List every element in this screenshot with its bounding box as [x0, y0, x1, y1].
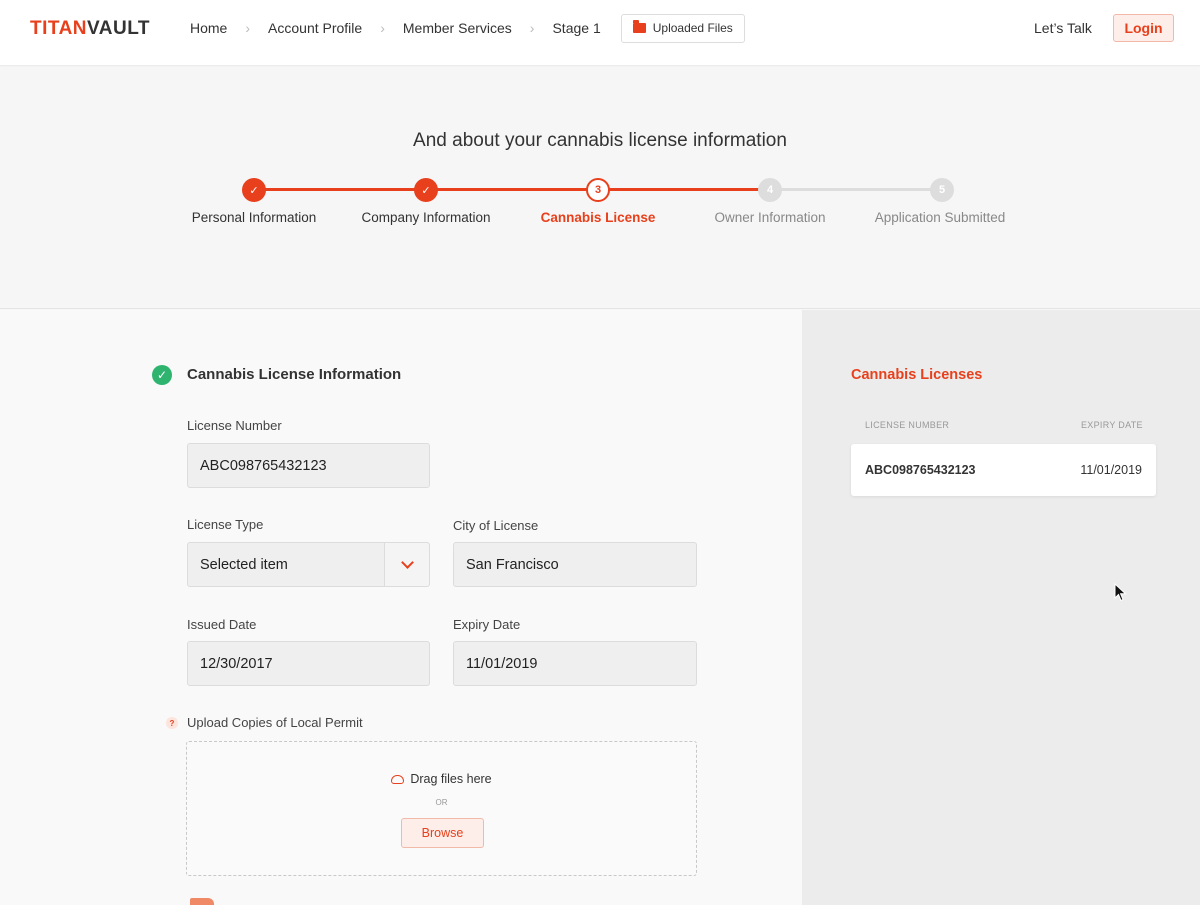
step-2-check-icon: ✓: [414, 178, 438, 202]
or-separator: OR: [435, 798, 448, 807]
section-complete-check-icon: ✓: [152, 365, 172, 385]
chevron-right-icon: ›: [380, 20, 385, 36]
page-title: And about your cannabis license informat…: [413, 130, 787, 151]
step-label-submitted: Application Submitted: [874, 210, 1006, 225]
uploaded-files-button[interactable]: Uploaded Files: [620, 13, 745, 43]
license-type-value: Selected item: [200, 556, 288, 573]
step-label-company[interactable]: Company Information: [336, 210, 516, 225]
step-3-indicator: 3: [586, 178, 610, 202]
browse-button[interactable]: Browse: [401, 818, 484, 848]
chevron-down-icon[interactable]: [384, 543, 429, 586]
city-input[interactable]: San Francisco: [453, 542, 697, 587]
step-4-indicator: 4: [758, 178, 782, 202]
nav-stage-1[interactable]: Stage 1: [552, 20, 600, 36]
licenses-title: Cannabis Licenses: [851, 367, 983, 383]
expiry-date-label: Expiry Date: [453, 617, 521, 632]
cloud-upload-icon: [391, 774, 405, 784]
top-navbar: TITANVAULT Home › Account Profile › Memb…: [0, 0, 1200, 66]
step-connector: [254, 188, 426, 191]
help-icon[interactable]: ?: [166, 717, 178, 729]
step-label-personal[interactable]: Personal Information: [164, 210, 344, 225]
breadcrumb: Home › Account Profile › Member Services…: [190, 13, 745, 43]
uploaded-files-label: Uploaded Files: [652, 21, 733, 35]
issued-date-label: Issued Date: [187, 617, 257, 632]
login-button[interactable]: Login: [1113, 14, 1174, 42]
step-connector: [426, 188, 598, 191]
drag-files-row: Drag files here: [187, 772, 696, 786]
card-expiry-date: 11/01/2019: [1080, 463, 1142, 477]
nav-member-services[interactable]: Member Services: [403, 20, 512, 36]
file-icon: [190, 898, 214, 905]
licenses-sidebar: [802, 310, 1200, 905]
folder-icon: [632, 20, 646, 33]
step-1-check-icon: ✓: [242, 178, 266, 202]
card-license-number: ABC098765432123: [865, 463, 976, 477]
nav-account-profile[interactable]: Account Profile: [268, 20, 362, 36]
license-type-select[interactable]: Selected item: [187, 542, 430, 587]
upload-label: Upload Copies of Local Permit: [187, 715, 363, 730]
chevron-right-icon: ›: [529, 20, 535, 36]
titanvault-logo[interactable]: TITANVAULT: [30, 18, 150, 40]
issued-date-input[interactable]: 12/30/2017: [187, 641, 430, 686]
col-license-number: LICENSE NUMBER: [865, 420, 950, 430]
nav-home[interactable]: Home: [190, 20, 227, 36]
progress-hero: And about your cannabis license informat…: [0, 67, 1200, 309]
license-number-input[interactable]: ABC098765432123: [187, 443, 430, 488]
step-connector: [598, 188, 770, 191]
col-expiry-date: EXPIRY DATE: [1081, 420, 1143, 430]
chevron-right-icon: ›: [245, 20, 251, 36]
step-label-owner: Owner Information: [714, 210, 826, 225]
step-connector: [770, 188, 942, 191]
step-5-indicator: 5: [930, 178, 954, 202]
expiry-date-input[interactable]: 11/01/2019: [453, 641, 697, 686]
lets-talk-link[interactable]: Let’s Talk: [1034, 20, 1092, 36]
license-card[interactable]: ABC098765432123 11/01/2019: [851, 444, 1156, 496]
drag-files-text: Drag files here: [410, 772, 492, 786]
logo-suffix: VAULT: [87, 18, 151, 39]
license-number-label: License Number: [187, 418, 282, 433]
city-label: City of License: [453, 518, 539, 533]
step-label-cannabis[interactable]: Cannabis License: [508, 210, 688, 225]
license-type-label: License Type: [187, 517, 264, 532]
logo-prefix: TITAN: [30, 18, 88, 39]
section-title: Cannabis License Information: [187, 366, 402, 383]
file-dropzone[interactable]: Drag files here OR Browse: [186, 741, 697, 876]
